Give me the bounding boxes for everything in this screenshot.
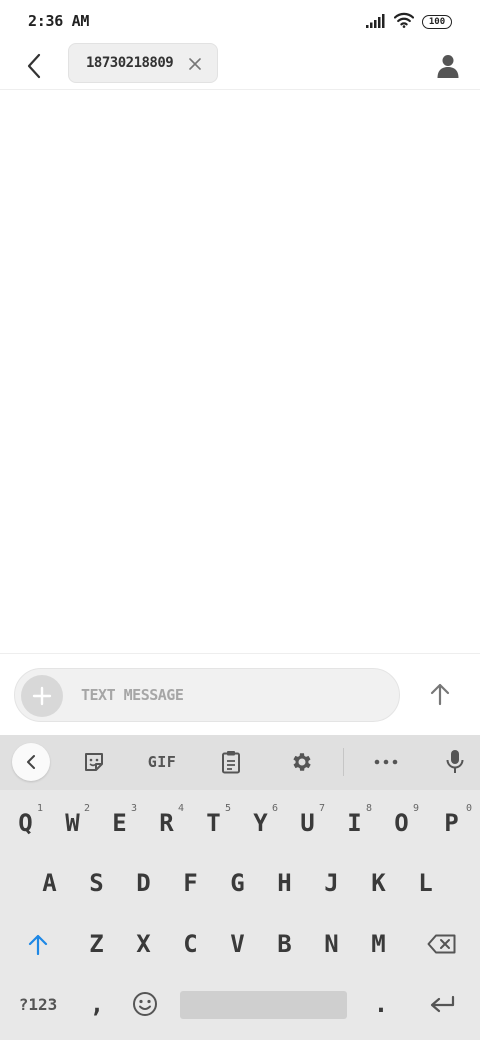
- symbols-key[interactable]: ?123: [6, 978, 70, 1030]
- key-h[interactable]: H: [261, 857, 308, 909]
- signal-icon: [366, 13, 386, 32]
- key-i[interactable]: I8: [331, 797, 378, 849]
- enter-key[interactable]: [414, 978, 470, 1030]
- wifi-icon: [393, 12, 415, 32]
- key-g[interactable]: G: [214, 857, 261, 909]
- conversation-header: 18730218809: [0, 42, 480, 90]
- backspace-key[interactable]: [412, 918, 472, 970]
- backspace-icon: [427, 934, 456, 954]
- status-time: 2:36 AM: [28, 12, 90, 30]
- key-z[interactable]: Z: [73, 918, 120, 970]
- key-m[interactable]: M: [355, 918, 402, 970]
- person-icon: [437, 55, 459, 78]
- key-f[interactable]: F: [167, 857, 214, 909]
- comma-key[interactable]: ,: [74, 978, 120, 1030]
- sticker-button[interactable]: [78, 744, 110, 780]
- compose-bar: [0, 653, 480, 735]
- more-button[interactable]: [368, 744, 404, 780]
- back-arrow-icon: [27, 53, 41, 79]
- gif-button[interactable]: GIF: [140, 744, 184, 780]
- period-key[interactable]: .: [358, 978, 404, 1030]
- compose-box: [14, 668, 400, 722]
- key-c[interactable]: C: [167, 918, 214, 970]
- remove-recipient-button[interactable]: [187, 56, 203, 72]
- key-t[interactable]: T5: [190, 797, 237, 849]
- emoji-key[interactable]: [122, 978, 168, 1030]
- key-r[interactable]: R4: [143, 797, 190, 849]
- shift-arrow-icon: [28, 934, 48, 955]
- key-u[interactable]: U7: [284, 797, 331, 849]
- key-x[interactable]: X: [120, 918, 167, 970]
- sticker-icon: [85, 753, 103, 771]
- key-k[interactable]: K: [355, 857, 402, 909]
- clipboard-icon: [222, 751, 240, 774]
- key-p[interactable]: P0: [425, 797, 478, 849]
- key-a[interactable]: A: [26, 857, 73, 909]
- message-list[interactable]: [0, 91, 480, 653]
- gif-label: GIF: [147, 753, 177, 771]
- voice-input-button[interactable]: [438, 744, 472, 780]
- enter-arrow-icon: [430, 995, 455, 1013]
- shift-key[interactable]: [10, 918, 66, 970]
- back-button[interactable]: [18, 50, 50, 82]
- emoji-icon: [133, 992, 157, 1016]
- key-w[interactable]: W2: [49, 797, 96, 849]
- key-j[interactable]: J: [308, 857, 355, 909]
- settings-button[interactable]: [284, 744, 318, 780]
- key-d[interactable]: D: [120, 857, 167, 909]
- mic-icon: [446, 750, 464, 773]
- back-icon: [27, 755, 35, 769]
- recipient-number: 18730218809: [86, 55, 174, 71]
- key-e[interactable]: E3: [96, 797, 143, 849]
- send-arrow-icon: [430, 683, 450, 706]
- key-n[interactable]: N: [308, 918, 355, 970]
- keyboard-toolbar: GIF: [0, 735, 480, 790]
- key-l[interactable]: L: [402, 857, 449, 909]
- close-icon: [189, 58, 201, 70]
- status-icons: 100: [366, 12, 452, 32]
- key-s[interactable]: S: [73, 857, 120, 909]
- gear-icon: [293, 753, 311, 771]
- key-v[interactable]: V: [214, 918, 261, 970]
- plus-icon: [32, 686, 52, 706]
- toolbar-back-button[interactable]: [12, 743, 50, 781]
- status-bar: 2:36 AM 100: [0, 0, 480, 42]
- more-icon: [374, 759, 398, 765]
- send-button[interactable]: [422, 676, 458, 712]
- message-input[interactable]: [81, 679, 381, 711]
- contact-button[interactable]: [432, 50, 464, 82]
- keyboard: GIF Q 1 W 2 E 3 R 4 T 5 Y 6 U 7 I 8 O 9 …: [0, 735, 480, 1040]
- key-q[interactable]: Q1: [2, 797, 49, 849]
- battery-icon: 100: [422, 15, 452, 29]
- key-b[interactable]: B: [261, 918, 308, 970]
- space-key[interactable]: [180, 991, 347, 1019]
- key-o[interactable]: O9: [378, 797, 425, 849]
- toolbar-divider: [343, 748, 344, 776]
- clipboard-button[interactable]: [215, 744, 247, 780]
- key-y[interactable]: Y6: [237, 797, 284, 849]
- recipient-chip[interactable]: 18730218809: [68, 43, 218, 83]
- add-attachment-button[interactable]: [21, 675, 63, 717]
